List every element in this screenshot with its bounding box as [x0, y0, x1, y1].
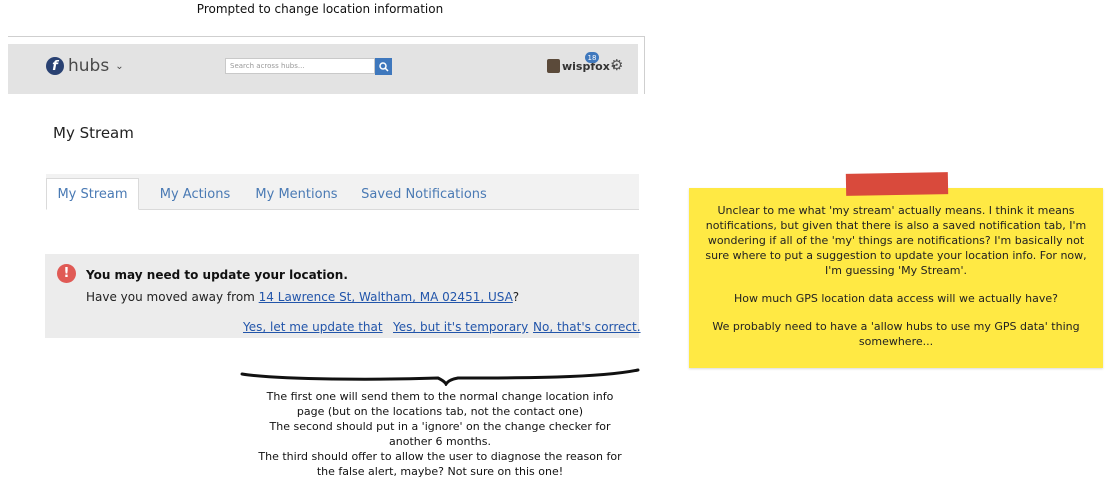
tab-my-mentions[interactable]: My Mentions: [249, 178, 344, 210]
dismiss-location-link[interactable]: No, that's correct.: [533, 320, 641, 334]
mockup-caption: Prompted to change location information: [196, 2, 444, 16]
frame-top-border: [8, 36, 645, 37]
page-title: My Stream: [53, 124, 134, 142]
tab-my-stream[interactable]: My Stream: [46, 178, 139, 210]
tape-strip: [845, 172, 949, 196]
chevron-down-icon: ⌄: [115, 60, 124, 72]
alert-message: Have you moved away from 14 Lawrence St,…: [86, 290, 519, 304]
sticky-paragraph: How much GPS location data access will w…: [734, 292, 1058, 305]
annotation-line: another 6 months.: [389, 435, 491, 448]
address-link[interactable]: 14 Lawrence St, Waltham, MA 02451, USA: [259, 290, 513, 304]
gear-icon[interactable]: ⚙: [610, 56, 623, 74]
user-menu[interactable]: wispfox ▾: [547, 57, 616, 75]
alert-message-prefix: Have you moved away from: [86, 290, 259, 304]
update-location-link[interactable]: Yes, let me update that: [243, 320, 383, 334]
tab-saved-notifications[interactable]: Saved Notifications: [356, 178, 492, 210]
brand-name: hubs: [68, 56, 110, 76]
tab-my-actions[interactable]: My Actions: [151, 178, 239, 210]
annotation-line: The third should offer to allow the user…: [258, 450, 622, 463]
annotation-line: The first one will send them to the norm…: [266, 390, 614, 403]
search-button[interactable]: [375, 58, 392, 75]
annotation-line: the false alert, maybe? Not sure on this…: [316, 465, 564, 478]
bottom-annotation: The first one will send them to the norm…: [240, 389, 640, 479]
fedora-logo-icon: f: [46, 57, 64, 75]
curly-brace-annotation: [240, 368, 640, 386]
sticky-paragraph: We probably need to have a 'allow hubs t…: [712, 320, 1080, 348]
alert-message-suffix: ?: [512, 290, 520, 304]
brand-menu[interactable]: f hubs ⌄: [46, 55, 124, 77]
sticky-note-text: Unclear to me what 'my stream' actually …: [697, 203, 1095, 362]
frame-right-border: [644, 36, 645, 94]
annotation-line: page (but on the locations tab, not the …: [296, 405, 584, 418]
notification-badge[interactable]: 18: [585, 52, 599, 63]
avatar: [547, 59, 560, 73]
alert-exclamation-icon: !: [57, 264, 76, 283]
alert-title: You may need to update your location.: [86, 268, 348, 282]
sticky-paragraph: Unclear to me what 'my stream' actually …: [705, 204, 1087, 277]
search-input[interactable]: Search across hubs...: [225, 58, 375, 74]
search-icon: [378, 61, 389, 72]
annotation-line: The second should put in a 'ignore' on t…: [269, 420, 611, 433]
temporary-move-link[interactable]: Yes, but it's temporary: [393, 320, 528, 334]
